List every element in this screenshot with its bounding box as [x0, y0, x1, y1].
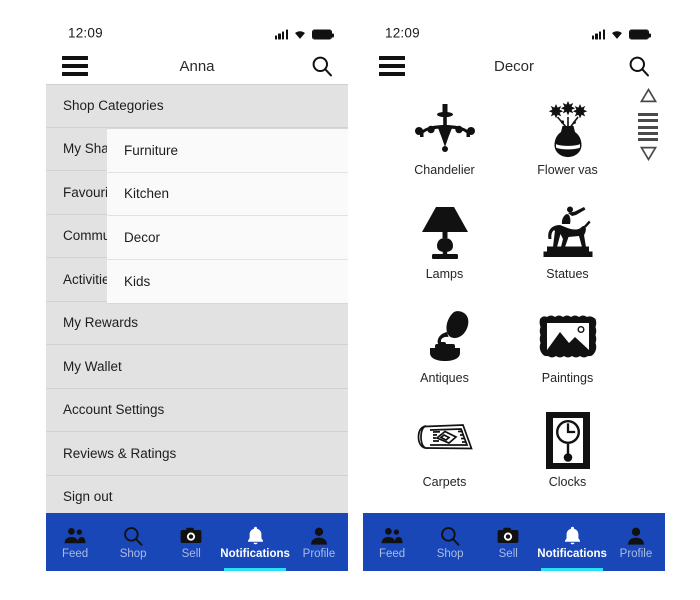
bottom-navigation-left: Feed Shop Sell Notifications Profile: [46, 513, 348, 571]
bell-icon: [564, 526, 581, 545]
phone-screen-decor: 12:09 Decor Chandelier Flower vas Lamps …: [363, 18, 665, 571]
screenshot-canvas: 12:09 Anna Shop Categories My Shares Fav…: [0, 0, 700, 600]
category-cell-statues[interactable]: Statues: [506, 200, 629, 298]
nav-label-sell: Sell: [498, 548, 518, 560]
table-lamp-icon: [416, 200, 474, 266]
drawer-item-reviews-ratings[interactable]: Reviews & Ratings: [46, 432, 348, 476]
category-label: Antiques: [420, 371, 469, 385]
camera-icon: [497, 526, 519, 545]
category-label: Lamps: [425, 267, 464, 281]
nav-label-notifications: Notifications: [537, 548, 607, 560]
nav-label-notifications: Notifications: [220, 548, 290, 560]
status-bar-left: 12:09: [46, 18, 348, 48]
category-grid-wrapper: Chandelier Flower vas Lamps Statues Anti…: [363, 84, 665, 513]
person-icon: [627, 526, 645, 545]
gramophone-icon: [416, 304, 474, 370]
category-cell-chandelier[interactable]: Chandelier: [383, 96, 506, 194]
submenu-item-furniture[interactable]: Furniture: [107, 129, 348, 173]
page-title: Anna: [179, 57, 215, 75]
people-icon: [63, 526, 87, 545]
phone-screen-menu: 12:09 Anna Shop Categories My Shares Fav…: [46, 18, 348, 571]
wifi-icon: [293, 29, 307, 40]
category-grid: Chandelier Flower vas Lamps Statues Anti…: [363, 84, 665, 506]
drawer-item-shop-categories[interactable]: Shop Categories: [46, 84, 348, 128]
drawer-item-sign-out[interactable]: Sign out: [46, 475, 348, 513]
equestrian-statue-icon: [539, 200, 597, 266]
status-bar-right: 12:09: [363, 18, 665, 48]
nav-label-shop: Shop: [436, 548, 464, 560]
submenu-item-kids[interactable]: Kids: [107, 260, 348, 304]
search-icon[interactable]: [628, 55, 650, 77]
framed-picture-icon: [538, 304, 598, 370]
signal-bars-icon: [591, 29, 605, 40]
category-cell-antiques[interactable]: Antiques: [383, 304, 506, 402]
category-label: Clocks: [548, 475, 587, 489]
drawer-item-my-rewards[interactable]: My Rewards: [46, 301, 348, 345]
category-cell-paintings[interactable]: Paintings: [506, 304, 629, 402]
chandelier-icon: [414, 96, 476, 162]
triangle-down-icon[interactable]: [639, 146, 657, 166]
submenu-item-kitchen[interactable]: Kitchen: [107, 173, 348, 216]
category-cell-carpets[interactable]: Carpets: [383, 408, 506, 506]
bell-icon: [247, 526, 264, 545]
nav-label-feed: Feed: [378, 548, 406, 560]
app-bar-left: Anna: [46, 48, 348, 84]
category-label: Chandelier: [414, 163, 475, 177]
nav-item-shop[interactable]: Shop: [104, 513, 162, 571]
search-icon[interactable]: [311, 55, 333, 77]
category-label: Paintings: [541, 371, 594, 385]
category-label: Flower vas: [537, 163, 598, 177]
nav-item-notifications[interactable]: Notifications: [537, 513, 607, 571]
vertical-scrollbar[interactable]: [637, 87, 659, 166]
nav-item-feed[interactable]: Feed: [46, 513, 104, 571]
nav-label-shop: Shop: [119, 548, 147, 560]
search-icon: [123, 526, 143, 546]
battery-icon: [312, 29, 335, 40]
triangle-up-icon[interactable]: [639, 87, 657, 108]
nav-item-profile[interactable]: Profile: [290, 513, 348, 571]
people-icon: [380, 526, 404, 545]
status-time: 12:09: [385, 25, 420, 41]
person-icon: [310, 526, 328, 545]
nav-item-shop[interactable]: Shop: [421, 513, 479, 571]
category-cell-clocks[interactable]: Clocks: [506, 408, 629, 506]
category-label: Carpets: [422, 475, 467, 489]
submenu-item-decor[interactable]: Decor: [107, 216, 348, 260]
nav-label-profile: Profile: [302, 548, 336, 560]
category-label: Statues: [546, 267, 589, 281]
category-cell-lamps[interactable]: Lamps: [383, 200, 506, 298]
nav-label-sell: Sell: [181, 548, 201, 560]
scrollbar-grip-icon[interactable]: [638, 113, 658, 141]
battery-icon: [629, 29, 652, 40]
nav-item-feed[interactable]: Feed: [363, 513, 421, 571]
page-title: Decor: [493, 57, 534, 75]
bottom-navigation-right: Feed Shop Sell Notifications Profile: [363, 513, 665, 571]
drawer-item-my-wallet[interactable]: My Wallet: [46, 345, 348, 389]
nav-item-notifications[interactable]: Notifications: [220, 513, 290, 571]
camera-icon: [180, 526, 202, 545]
signal-bars-icon: [274, 29, 288, 40]
status-icon-group: [591, 27, 652, 40]
drawer-item-account-settings[interactable]: Account Settings: [46, 388, 348, 432]
rolled-carpet-icon: [413, 408, 477, 474]
nav-item-profile[interactable]: Profile: [607, 513, 665, 571]
app-bar-right: Decor: [363, 48, 665, 84]
grandfather-clock-icon: [543, 408, 593, 474]
flower-vase-icon: [545, 96, 591, 162]
category-cell-flower-vase[interactable]: Flower vas: [506, 96, 629, 194]
hamburger-menu-icon[interactable]: [379, 56, 405, 76]
status-time: 12:09: [68, 25, 103, 41]
shop-categories-submenu: Furniture Kitchen Decor Kids: [107, 128, 348, 304]
nav-item-sell[interactable]: Sell: [479, 513, 537, 571]
category-grid-area: Chandelier Flower vas Lamps Statues Anti…: [363, 84, 665, 513]
drawer-content-area: Shop Categories My Shares Favourites Com…: [46, 84, 348, 513]
wifi-icon: [610, 29, 624, 40]
search-icon: [440, 526, 460, 546]
nav-label-feed: Feed: [61, 548, 89, 560]
nav-item-sell[interactable]: Sell: [162, 513, 220, 571]
nav-label-profile: Profile: [619, 548, 653, 560]
hamburger-menu-icon[interactable]: [62, 56, 88, 76]
status-icon-group: [274, 27, 335, 40]
